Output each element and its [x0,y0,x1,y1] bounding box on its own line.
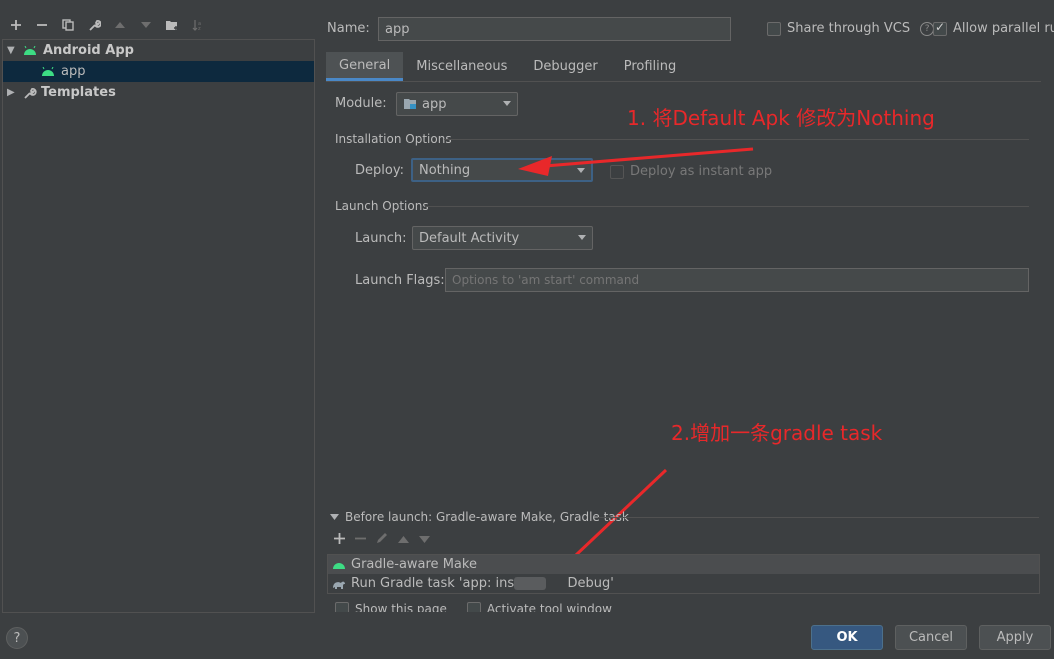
add-icon[interactable] [6,15,26,35]
wrench-icon [24,87,37,99]
before-launch-header[interactable]: Before launch: Gradle-aware Make, Gradle… [330,510,629,524]
group-divider [425,206,1029,207]
list-item-label: Run Gradle task 'app: install Debug' [351,576,614,591]
checkbox-box[interactable] [933,20,947,36]
show-page-checkbox[interactable]: Show this page [335,602,447,612]
chevron-down-icon [503,101,511,106]
show-page-label: Show this page [355,602,447,612]
deploy-value: Nothing [419,162,471,178]
list-item-label: Gradle-aware Make [351,557,477,572]
redacted-block [514,577,546,590]
vertical-scrollbar[interactable] [1041,52,1054,597]
ok-button[interactable]: OK [811,625,883,650]
android-icon [24,45,36,55]
annotation-step1: 1. 将Default Apk 修改为Nothing [627,106,935,130]
group-divider [598,517,1039,518]
module-folder-icon [404,99,416,109]
android-icon [333,562,345,569]
tab-general[interactable]: General [326,52,404,81]
collapse-arrow-icon[interactable]: ▶ [7,87,17,98]
checkbox-box[interactable] [466,602,481,612]
launch-value: Default Activity [419,230,520,246]
config-tree: ▼ Android App app ▶ Templates [2,39,315,613]
cancel-button[interactable]: Cancel [895,625,967,650]
deploy-select[interactable]: Nothing [411,158,593,182]
launch-options-title: Launch Options [335,199,429,213]
before-launch-title: Before launch: Gradle-aware Make, Gradle… [345,510,629,524]
name-input[interactable] [378,17,731,41]
activate-window-label: Activate tool window [486,602,612,612]
installation-options-title: Installation Options [335,132,452,146]
edit-icon[interactable] [376,532,388,548]
activate-window-checkbox[interactable]: Activate tool window [466,602,612,612]
expand-arrow-icon[interactable]: ▼ [7,45,17,56]
launch-select[interactable]: Default Activity [412,226,593,250]
chevron-down-icon [577,168,585,173]
deploy-instant-label: Deploy as instant app [630,164,773,179]
move-down-icon[interactable] [419,533,430,548]
wrench-icon[interactable] [84,15,104,35]
android-icon [42,66,54,76]
move-up-icon[interactable] [110,15,130,35]
module-value: app [422,96,447,112]
sort-icon[interactable]: az [188,15,208,35]
module-select[interactable]: app [396,92,518,116]
gradle-icon [333,581,345,589]
tree-item-label: Android App [43,43,134,58]
add-icon[interactable] [334,532,345,548]
tree-item-label: app [61,64,86,79]
allow-parallel-checkbox[interactable]: Allow parallel run [933,20,1054,36]
launch-label: Launch: [355,231,407,246]
tab-debugger[interactable]: Debugger [520,52,610,81]
tree-item-app[interactable]: app [3,61,314,82]
copy-icon[interactable] [58,15,78,35]
collapse-arrow-icon[interactable] [330,513,339,521]
help-button[interactable]: ? [6,627,28,649]
tab-miscellaneous[interactable]: Miscellaneous [403,52,520,81]
tab-bar: General Miscellaneous Debugger Profiling [326,52,1041,82]
before-launch-options: Show this page Activate tool window [335,602,612,612]
tree-item-label: Templates [41,85,116,100]
list-item-gradle-make[interactable]: Gradle-aware Make [328,555,1039,574]
remove-icon[interactable] [355,533,366,548]
tab-profiling[interactable]: Profiling [611,52,690,81]
list-item-gradle-task[interactable]: Run Gradle task 'app: install Debug' [328,574,1039,593]
share-vcs-checkbox[interactable]: Share through VCS ? [767,21,935,36]
folder-add-icon[interactable] [162,15,182,35]
launch-flags-label: Launch Flags: [355,273,445,288]
deploy-instant-checkbox[interactable]: Deploy as instant app [610,164,772,179]
checkbox-box[interactable] [610,164,624,179]
tree-item-templates[interactable]: ▶ Templates [3,82,314,103]
apply-button[interactable]: Apply [979,625,1051,650]
checkbox-box[interactable] [767,21,781,36]
checkbox-box[interactable] [335,602,349,612]
help-icon[interactable]: ? [920,21,935,36]
chevron-down-icon [578,235,586,240]
svg-text:z: z [198,26,201,31]
before-launch-list: Gradle-aware Make Run Gradle task 'app: … [327,554,1040,594]
share-vcs-label: Share through VCS [787,21,911,36]
deploy-label: Deploy: [355,163,404,178]
move-down-icon[interactable] [136,15,156,35]
tree-item-android-app[interactable]: ▼ Android App [3,40,314,61]
allow-parallel-label: Allow parallel run [953,21,1054,36]
launch-flags-input[interactable] [445,268,1029,292]
name-label: Name: [327,21,370,36]
before-launch-toolbar [334,532,430,548]
module-label: Module: [335,96,387,111]
move-up-icon[interactable] [398,533,409,548]
annotation-step2: 2.增加一条gradle task [671,421,883,445]
left-toolbar: az [0,14,215,36]
group-divider [444,139,1029,140]
remove-icon[interactable] [32,15,52,35]
